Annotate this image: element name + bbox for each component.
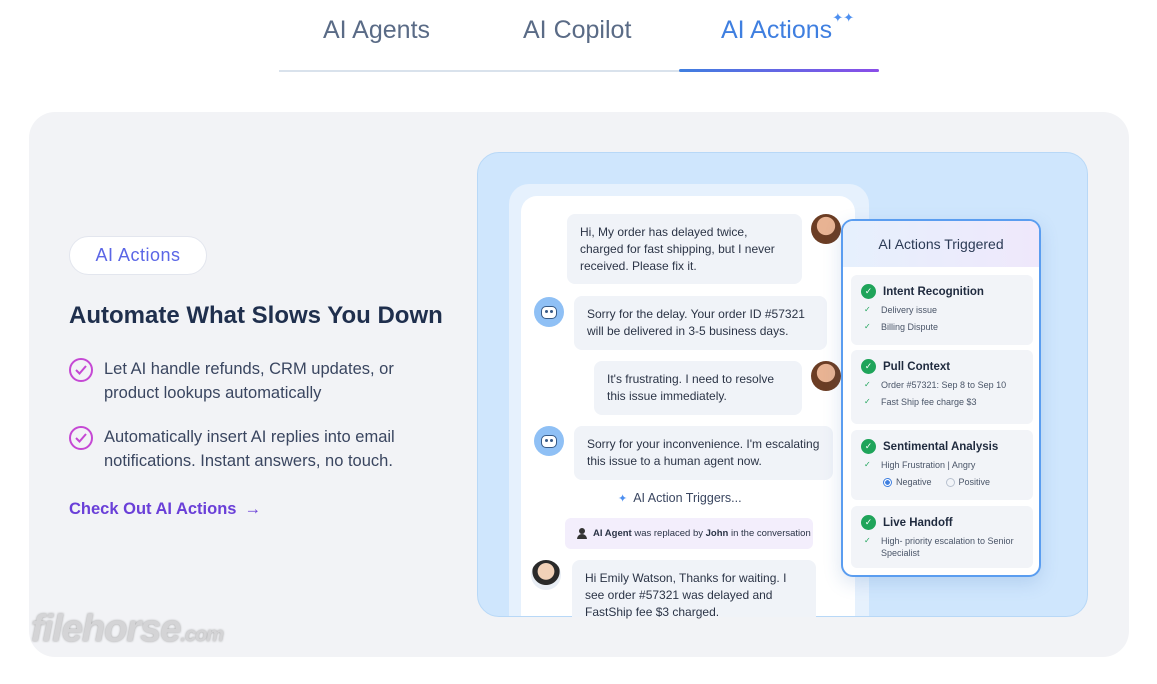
action-item: Delivery issue [881, 305, 938, 315]
radio-positive[interactable]: Positive [945, 477, 991, 487]
radio-icon [945, 477, 955, 487]
check-badge-icon: ✓ [861, 439, 876, 454]
check-out-ai-actions-link[interactable]: Check Out AI Actions → [69, 500, 261, 519]
handoff-from: AI Agent [593, 528, 632, 539]
chat-message-user: Hi, My order has delayed twice, charged … [567, 214, 802, 284]
check-icon: ✓ [864, 536, 871, 545]
section-headline: Automate What Slows You Down [69, 302, 443, 329]
tab-ai-actions-label: AI Actions [721, 16, 833, 44]
check-circle-icon [69, 358, 93, 382]
sparkle-icon: ✦ [618, 493, 628, 505]
action-item: High- priority escalation to Senior Spec… [881, 536, 1014, 558]
check-icon: ✓ [864, 380, 871, 389]
radio-negative[interactable]: Negative [883, 477, 932, 487]
action-item: Fast Ship fee charge $3 [881, 397, 977, 407]
watermark-logo: filehorse.com [31, 608, 224, 651]
handoff-notice: AI Agent was replaced by John in the con… [565, 518, 813, 549]
tab-bar: AI Agents AI Copilot AI Actions ✦✦ [279, 0, 879, 72]
check-icon: ✓ [864, 397, 871, 406]
watermark-tld: .com [180, 624, 224, 646]
action-item: Billing Dispute [881, 322, 939, 332]
sparkle-icon: ✦✦ [832, 10, 855, 25]
watermark-main: filehorse [31, 608, 181, 650]
chat-message-agent: Hi Emily Watson, Thanks for waiting. I s… [572, 560, 816, 619]
agent-avatar [531, 560, 561, 590]
feature-bullet: Let AI handle refunds, CRM updates, or p… [69, 357, 449, 405]
check-icon: ✓ [864, 305, 871, 314]
actions-triggered-card: AI Actions Triggered ✓ Intent Recognition… [841, 219, 1041, 577]
handoff-notice-text: AI Agent was replaced by John in the con… [593, 528, 811, 539]
check-badge-icon: ✓ [861, 359, 876, 374]
active-tab-indicator [679, 69, 879, 72]
feature-bullet: Automatically insert AI replies into ema… [69, 425, 449, 473]
check-badge-icon: ✓ [861, 515, 876, 530]
action-group-title: Pull Context [883, 360, 951, 373]
action-group: ✓ Sentimental Analysis ✓ High Frustration … [851, 430, 1033, 500]
tab-ai-actions[interactable]: AI Actions ✦✦ [721, 10, 854, 45]
tab-ai-copilot[interactable]: AI Copilot [523, 16, 631, 45]
chat-message-user: It's frustrating. I need to resolve this… [594, 361, 802, 415]
chat-message-bot: Sorry for the delay. Your order ID #5732… [574, 296, 827, 350]
arrow-right-icon: → [244, 500, 261, 518]
user-avatar [811, 214, 841, 244]
action-group: ✓ Pull Context ✓ Order #57321: Sep 8 to Se… [851, 350, 1033, 424]
check-circle-icon [69, 426, 93, 450]
robot-icon [541, 305, 557, 319]
action-group-title: Intent Recognition [883, 285, 984, 298]
action-group-title: Live Handoff [883, 516, 953, 529]
check-icon: ✓ [864, 460, 871, 469]
actions-card-title: AI Actions Triggered [843, 221, 1039, 267]
action-group: ✓ Intent Recognition ✓ Delivery issue ✓ Bil… [851, 275, 1033, 345]
robot-icon [541, 434, 557, 448]
check-icon: ✓ [864, 322, 871, 331]
section-pill: AI Actions [69, 236, 207, 275]
radio-icon [883, 477, 892, 487]
action-group-title: Sentimental Analysis [883, 440, 999, 453]
trigger-label: AI Action Triggers... [633, 491, 742, 505]
tab-ai-agents[interactable]: AI Agents [323, 16, 430, 45]
handoff-mid: was replaced by [634, 528, 703, 539]
action-item: High Frustration | Angry [881, 460, 976, 470]
person-icon [577, 528, 587, 539]
handoff-to: John [705, 528, 729, 539]
cta-label: Check Out AI Actions [69, 500, 237, 518]
handoff-end: in the conversation [730, 528, 811, 539]
bot-avatar [534, 426, 564, 456]
action-group: ✓ Live Handoff ✓ High- priority escalation… [851, 506, 1033, 568]
radio-label: Negative [896, 477, 932, 487]
bot-avatar [534, 297, 564, 327]
action-item: Order #57321: Sep 8 to Sep 10 [881, 380, 1007, 390]
radio-label: Positive [958, 477, 991, 487]
chat-message-bot: Sorry for your inconvenience. I'm escala… [574, 426, 833, 480]
feature-bullet-text: Automatically insert AI replies into ema… [104, 428, 395, 470]
user-avatar [811, 361, 841, 391]
check-badge-icon: ✓ [861, 284, 876, 299]
feature-bullet-text: Let AI handle refunds, CRM updates, or p… [104, 360, 394, 402]
ai-action-trigger-status: ✦ AI Action Triggers... [618, 491, 742, 505]
